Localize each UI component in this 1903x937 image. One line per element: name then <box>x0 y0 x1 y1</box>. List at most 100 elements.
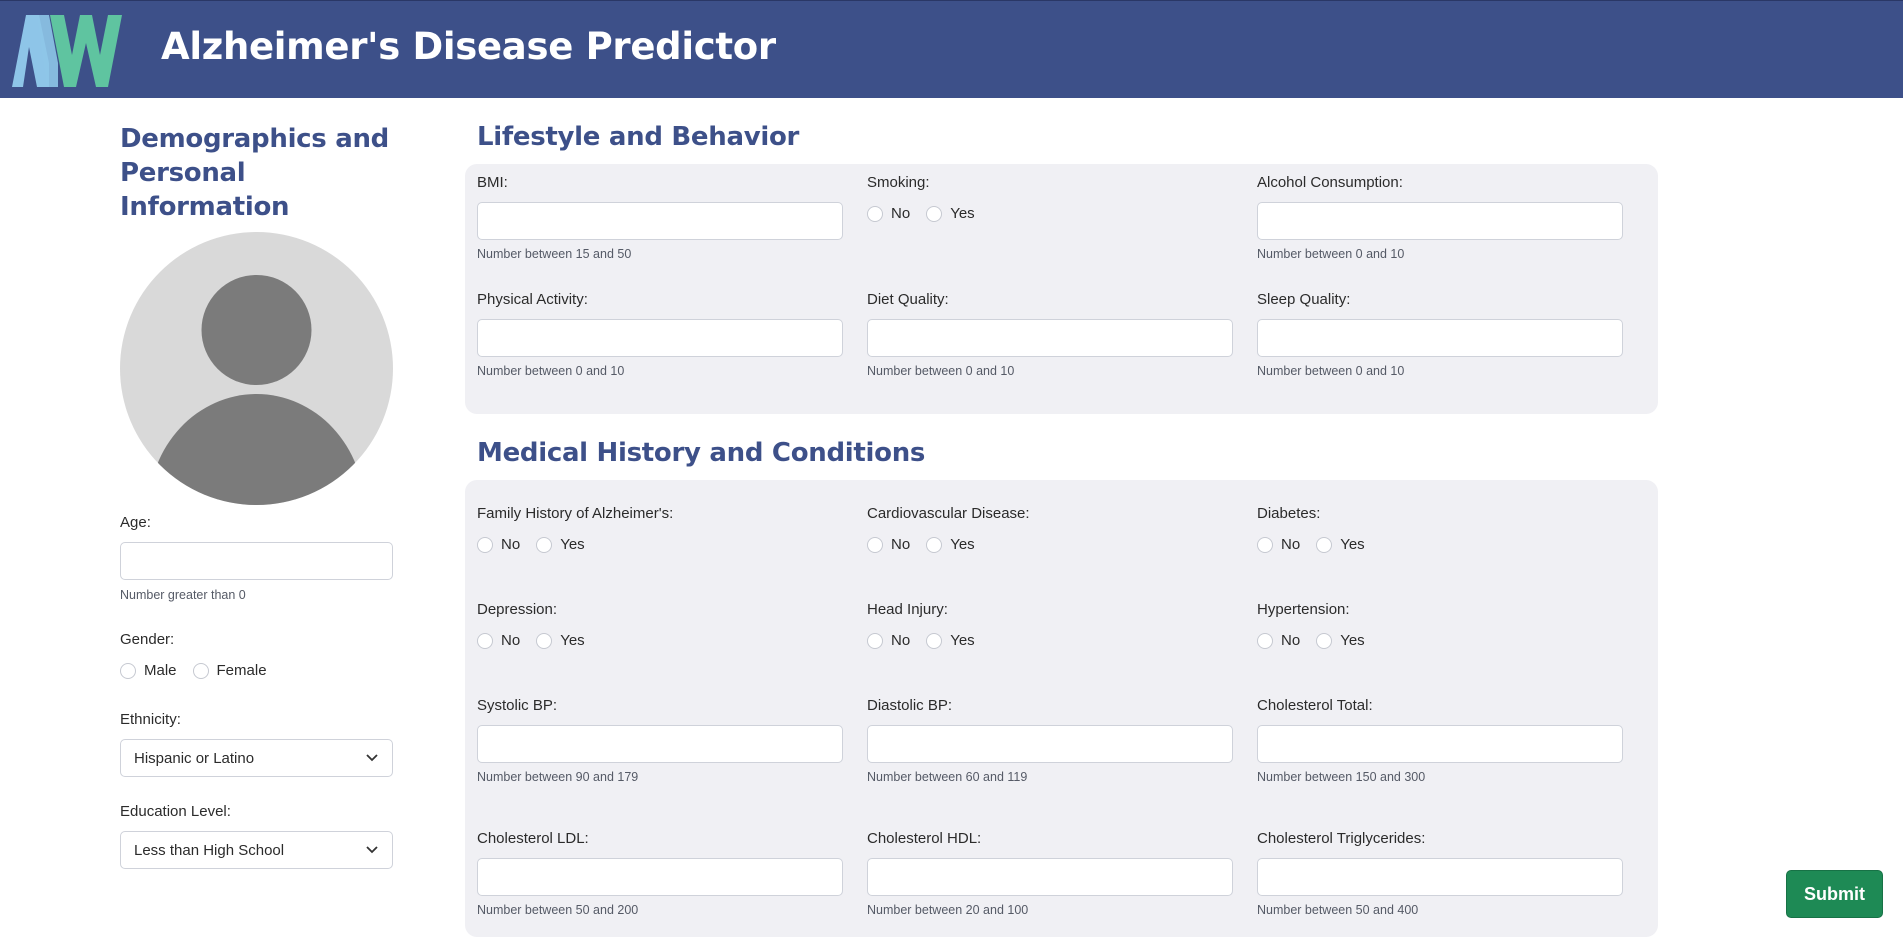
diet-quality-hint: Number between 0 and 10 <box>867 364 1015 378</box>
radio-icon[interactable] <box>1257 632 1273 649</box>
gender-female-option[interactable]: Female <box>192 662 267 679</box>
age-label: Age: <box>120 514 151 531</box>
radio-icon[interactable] <box>867 536 883 553</box>
radio-icon[interactable] <box>192 662 209 679</box>
diastolic-bp-input[interactable] <box>867 725 1233 763</box>
sleep-quality-label: Sleep Quality: <box>1257 291 1351 308</box>
hypertension-radio-group: No Yes <box>1257 632 1381 649</box>
app-header: Alzheimer's Disease Predictor <box>0 0 1903 98</box>
cholesterol-ldl-hint: Number between 50 and 200 <box>477 903 639 917</box>
physical-activity-label: Physical Activity: <box>477 291 588 308</box>
smoking-radio-group: No Yes <box>867 205 991 222</box>
radio-icon[interactable] <box>1316 632 1333 649</box>
cholesterol-ldl-input[interactable] <box>477 858 843 896</box>
cholesterol-ldl-label: Cholesterol LDL: <box>477 830 589 847</box>
diabetes-yes-option[interactable]: Yes <box>1316 536 1365 553</box>
radio-icon[interactable] <box>926 205 943 222</box>
radio-icon[interactable] <box>926 632 943 649</box>
chevron-down-icon <box>366 846 378 854</box>
radio-icon[interactable] <box>1316 536 1333 553</box>
diabetes-label: Diabetes: <box>1257 505 1321 522</box>
radio-icon[interactable] <box>477 536 493 553</box>
cholesterol-hdl-label: Cholesterol HDL: <box>867 830 982 847</box>
radio-icon[interactable] <box>120 662 136 679</box>
demographics-section: Demographics and Personal Information <box>120 122 393 224</box>
radio-icon[interactable] <box>867 205 883 222</box>
sleep-quality-input[interactable] <box>1257 319 1623 357</box>
physical-activity-input[interactable] <box>477 319 843 357</box>
avatar-placeholder-icon <box>120 232 393 505</box>
radio-icon[interactable] <box>536 536 553 553</box>
demographics-title: Demographics and Personal Information <box>120 124 389 222</box>
diastolic-bp-hint: Number between 60 and 119 <box>867 770 1028 784</box>
depression-radio-group: No Yes <box>477 632 601 649</box>
cardiovascular-no-option[interactable]: No <box>867 536 910 553</box>
cholesterol-hdl-input[interactable] <box>867 858 1233 896</box>
smoking-label: Smoking: <box>867 174 930 191</box>
depression-yes-option[interactable]: Yes <box>536 632 585 649</box>
cholesterol-total-hint: Number between 150 and 300 <box>1257 770 1426 784</box>
diastolic-bp-label: Diastolic BP: <box>867 697 953 714</box>
radio-icon[interactable] <box>477 632 493 649</box>
submit-button[interactable]: Submit <box>1786 870 1883 918</box>
head-injury-no-option[interactable]: No <box>867 632 910 649</box>
systolic-bp-label: Systolic BP: <box>477 697 558 714</box>
bmi-input[interactable] <box>477 202 843 240</box>
alcohol-label: Alcohol Consumption: <box>1257 174 1403 191</box>
diet-quality-label: Diet Quality: <box>867 291 949 308</box>
ethnicity-select[interactable]: Hispanic or Latino <box>120 739 393 777</box>
chevron-down-icon <box>366 754 378 762</box>
gender-radio-group: Male Female <box>120 662 283 679</box>
diet-quality-input[interactable] <box>867 319 1233 357</box>
app-title: Alzheimer's Disease Predictor <box>161 25 776 68</box>
head-injury-label: Head Injury: <box>867 601 948 618</box>
education-label: Education Level: <box>120 803 231 820</box>
ethnicity-selected-value: Hispanic or Latino <box>134 749 255 767</box>
cholesterol-hdl-hint: Number between 20 and 100 <box>867 903 1029 917</box>
head-injury-radio-group: No Yes <box>867 632 991 649</box>
physical-activity-hint: Number between 0 and 10 <box>477 364 625 378</box>
age-input[interactable] <box>120 542 393 580</box>
cardiovascular-radio-group: No Yes <box>867 536 991 553</box>
radio-icon[interactable] <box>867 632 883 649</box>
lifestyle-title: Lifestyle and Behavior <box>477 122 800 152</box>
cardiovascular-label: Cardiovascular Disease: <box>867 505 1030 522</box>
cholesterol-triglycerides-label: Cholesterol Triglycerides: <box>1257 830 1426 847</box>
gender-male-option[interactable]: Male <box>120 662 177 679</box>
bmi-label: BMI: <box>477 174 508 191</box>
ethnicity-label: Ethnicity: <box>120 711 181 728</box>
gender-label: Gender: <box>120 631 175 648</box>
family-history-radio-group: No Yes <box>477 536 601 553</box>
alcohol-input[interactable] <box>1257 202 1623 240</box>
smoking-no-option[interactable]: No <box>867 205 910 222</box>
cholesterol-total-input[interactable] <box>1257 725 1623 763</box>
diabetes-radio-group: No Yes <box>1257 536 1381 553</box>
depression-label: Depression: <box>477 601 558 618</box>
hypertension-yes-option[interactable]: Yes <box>1316 632 1365 649</box>
bmi-hint: Number between 15 and 50 <box>477 247 632 261</box>
radio-icon[interactable] <box>536 632 553 649</box>
education-selected-value: Less than High School <box>134 841 285 859</box>
family-history-yes-option[interactable]: Yes <box>536 536 585 553</box>
depression-no-option[interactable]: No <box>477 632 520 649</box>
age-hint: Number greater than 0 <box>120 588 246 602</box>
family-history-label: Family History of Alzheimer's: <box>477 505 674 522</box>
cholesterol-triglycerides-hint: Number between 50 and 400 <box>1257 903 1419 917</box>
education-select[interactable]: Less than High School <box>120 831 393 869</box>
head-injury-yes-option[interactable]: Yes <box>926 632 975 649</box>
sleep-quality-hint: Number between 0 and 10 <box>1257 364 1405 378</box>
cardiovascular-yes-option[interactable]: Yes <box>926 536 975 553</box>
family-history-no-option[interactable]: No <box>477 536 520 553</box>
cholesterol-triglycerides-input[interactable] <box>1257 858 1623 896</box>
radio-icon[interactable] <box>1257 536 1273 553</box>
radio-icon[interactable] <box>926 536 943 553</box>
mw-logo-icon <box>12 15 122 87</box>
hypertension-no-option[interactable]: No <box>1257 632 1300 649</box>
hypertension-label: Hypertension: <box>1257 601 1350 618</box>
diabetes-no-option[interactable]: No <box>1257 536 1300 553</box>
systolic-bp-hint: Number between 90 and 179 <box>477 770 639 784</box>
systolic-bp-input[interactable] <box>477 725 843 763</box>
alcohol-hint: Number between 0 and 10 <box>1257 247 1405 261</box>
cholesterol-total-label: Cholesterol Total: <box>1257 697 1373 714</box>
smoking-yes-option[interactable]: Yes <box>926 205 975 222</box>
